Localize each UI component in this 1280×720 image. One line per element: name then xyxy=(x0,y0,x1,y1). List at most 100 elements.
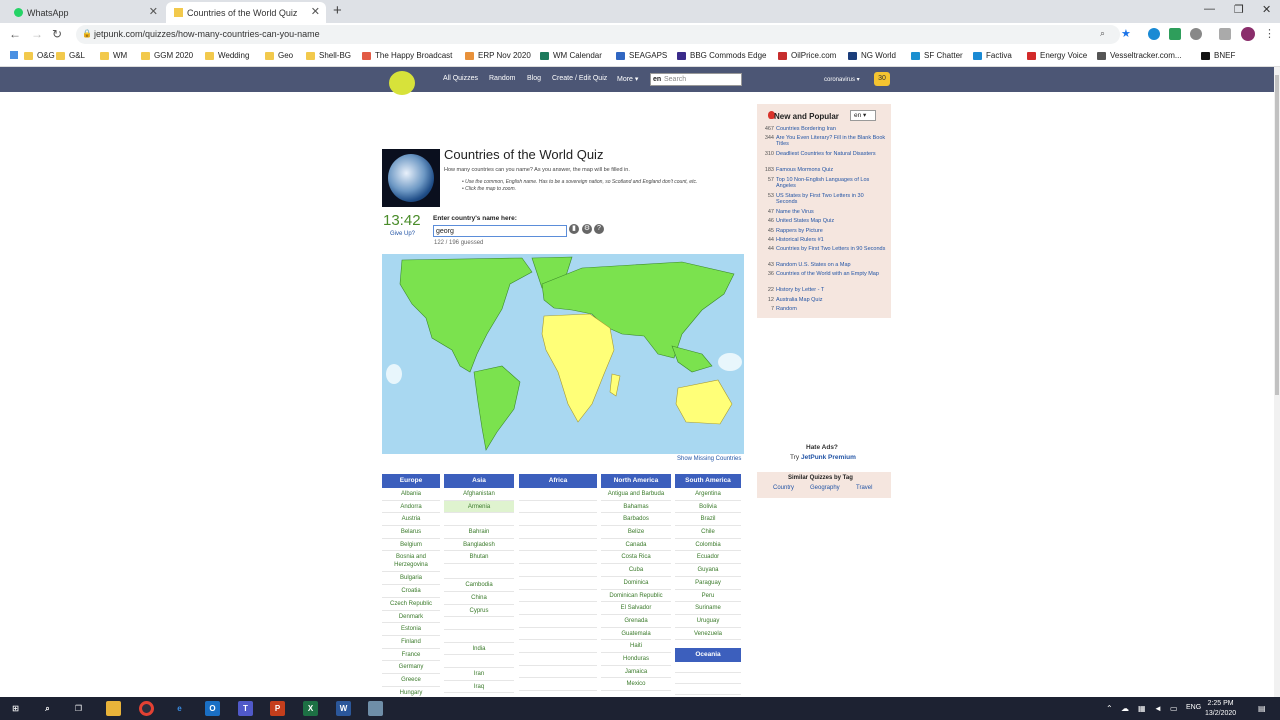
tab-quiz[interactable]: Countries of the World Quiz ✕ xyxy=(166,2,326,23)
url-field[interactable]: 🔒 jetpunk.com/quizzes/how-many-countries… xyxy=(76,25,1131,44)
bookmark-item[interactable]: WM xyxy=(100,51,127,60)
task-view-icon[interactable]: ❐ xyxy=(71,701,86,716)
nav-more[interactable]: More ▾ xyxy=(617,75,638,83)
zoom-icon[interactable]: ⌕ xyxy=(1100,28,1105,39)
nav-create-quiz[interactable]: Create / Edit Quiz xyxy=(552,75,607,82)
bookmark-item[interactable]: GGM 2020 xyxy=(141,51,193,60)
edge-icon[interactable]: e xyxy=(172,701,187,716)
maximize-button[interactable]: ❐ xyxy=(1234,3,1244,16)
close-tab-icon[interactable]: ✕ xyxy=(149,5,158,18)
bookmark-item[interactable]: Energy Voice xyxy=(1027,51,1087,60)
apps-icon[interactable] xyxy=(10,51,18,59)
menu-icon[interactable]: ⋮ xyxy=(1264,27,1275,40)
bookmark-item[interactable]: BBG Commods Edge xyxy=(677,51,766,60)
bookmark-item[interactable]: Factiva xyxy=(973,51,1012,60)
site-search-input[interactable]: en Search xyxy=(650,73,742,86)
outlook-icon[interactable]: O xyxy=(205,701,220,716)
tag-link[interactable]: Country xyxy=(773,485,794,491)
popular-item[interactable]: 183 Famous Mormons Quiz xyxy=(759,167,886,173)
search-lang[interactable]: en xyxy=(653,74,661,85)
bookmark-item[interactable]: BNEF xyxy=(1201,51,1235,60)
star-icon[interactable]: ★ xyxy=(1121,27,1131,40)
battery-icon[interactable]: ▭ xyxy=(1170,704,1178,713)
bookmark-item[interactable]: SEAGAPS xyxy=(616,51,667,60)
volume-icon[interactable]: ◄ xyxy=(1154,704,1162,713)
bookmark-item[interactable]: O&G xyxy=(24,51,55,60)
give-up-link[interactable]: Give Up? xyxy=(390,231,415,237)
taskbar-clock[interactable]: 2:25 PM 13/2/2020 xyxy=(1205,699,1236,719)
notification-icon[interactable]: ▤ xyxy=(1258,704,1266,713)
scrollbar-thumb[interactable] xyxy=(1275,75,1279,395)
badge-count[interactable]: 30 xyxy=(874,72,890,86)
popular-item[interactable]: 344 Are You Even Literary? Fill in the Bl… xyxy=(759,135,886,147)
nav-random[interactable]: Random xyxy=(489,75,515,82)
onedrive-icon[interactable]: ☁ xyxy=(1121,704,1129,713)
bookmark-item[interactable]: SF Chatter xyxy=(911,51,963,60)
bookmark-item[interactable]: NG World xyxy=(848,51,896,60)
powerpoint-icon[interactable]: P xyxy=(270,701,285,716)
extension-icon[interactable] xyxy=(1219,28,1231,40)
popular-item[interactable]: 47 Name the Virus xyxy=(759,209,886,215)
file-explorer-icon[interactable] xyxy=(106,701,121,716)
settings-icon[interactable]: ⚙ xyxy=(582,224,592,234)
forward-icon[interactable]: → xyxy=(31,27,43,41)
chevron-up-icon[interactable]: ⌃ xyxy=(1106,704,1113,713)
network-icon[interactable]: ▦ xyxy=(1138,704,1146,713)
bookmark-item[interactable]: Shell-BG xyxy=(306,51,351,60)
bookmark-item[interactable]: ERP Nov 2020 xyxy=(465,51,531,60)
excel-icon[interactable]: X xyxy=(303,701,318,716)
close-tab-icon[interactable]: ✕ xyxy=(311,5,320,18)
premium-link[interactable]: JetPunk Premium xyxy=(801,454,856,461)
popular-item[interactable]: 45 Rappers by Picture xyxy=(759,228,886,234)
bookmark-item[interactable]: Wedding xyxy=(205,51,249,60)
pause-icon[interactable]: ▮ xyxy=(569,224,579,234)
tag-link[interactable]: Geography xyxy=(810,485,840,491)
user-menu[interactable]: coronavirus ▾ xyxy=(824,76,860,83)
teams-icon[interactable]: T xyxy=(238,701,253,716)
popular-item[interactable]: 310 Deadliest Countries for Natural Disas… xyxy=(759,151,886,157)
popular-item[interactable]: 44 Historical Rulers #1 xyxy=(759,237,886,243)
popular-item[interactable]: 44 Countries by First Two Letters in 90 S… xyxy=(759,246,886,252)
bookmark-item[interactable]: OilPrice.com xyxy=(778,51,836,60)
popular-item[interactable]: 53 US States by First Two Letters in 30 S… xyxy=(759,193,886,205)
popular-item[interactable]: 467 Countries Bordering Iran xyxy=(759,126,886,132)
bookmark-item[interactable]: Vesseltracker.com... xyxy=(1097,51,1182,60)
chrome-icon[interactable] xyxy=(139,701,154,716)
popular-item[interactable]: 22 History by Letter - T xyxy=(759,287,886,293)
close-window-button[interactable]: ✕ xyxy=(1262,3,1271,16)
profile-avatar[interactable] xyxy=(1241,27,1255,41)
extension-icon[interactable] xyxy=(1190,28,1202,40)
answer-input[interactable] xyxy=(433,225,567,237)
page-scrollbar[interactable] xyxy=(1274,67,1280,697)
language-indicator[interactable]: ENG xyxy=(1186,704,1201,711)
tab-whatsapp[interactable]: WhatsApp ✕ xyxy=(6,2,164,23)
reload-icon[interactable]: ↻ xyxy=(52,27,62,41)
bookmark-item[interactable]: The Happy Broadcast xyxy=(362,51,452,60)
minimize-button[interactable]: — xyxy=(1204,3,1215,15)
bookmark-item[interactable]: G&L xyxy=(56,51,85,60)
back-icon[interactable]: ← xyxy=(9,27,21,41)
new-tab-button[interactable]: + xyxy=(333,2,342,19)
popular-item[interactable]: 7 Random xyxy=(759,306,886,312)
language-select[interactable]: en ▾ xyxy=(850,110,876,121)
nav-all-quizzes[interactable]: All Quizzes xyxy=(443,75,478,82)
popular-item[interactable]: 12 Australia Map Quiz xyxy=(759,297,886,303)
bookmark-item[interactable]: Geo xyxy=(265,51,293,60)
search-icon[interactable]: ⌕ xyxy=(40,701,55,716)
world-map[interactable] xyxy=(382,254,744,454)
bookmark-item[interactable]: WM Calendar xyxy=(540,51,602,60)
popular-item[interactable]: 36 Countries of the World with an Empty M… xyxy=(759,271,886,277)
app-icon[interactable] xyxy=(368,701,383,716)
jetpunk-logo-icon[interactable] xyxy=(389,71,415,95)
popular-item[interactable]: 43 Random U.S. States on a Map xyxy=(759,262,886,268)
word-icon[interactable]: W xyxy=(336,701,351,716)
popular-item[interactable]: 46 United States Map Quiz xyxy=(759,218,886,224)
nav-blog[interactable]: Blog xyxy=(527,75,541,82)
extension-icon[interactable] xyxy=(1148,28,1160,40)
tag-link[interactable]: Travel xyxy=(856,485,872,491)
start-icon[interactable]: ⊞ xyxy=(8,701,23,716)
show-missing-link[interactable]: Show Missing Countries xyxy=(677,456,741,462)
help-icon[interactable]: ? xyxy=(594,224,604,234)
popular-item[interactable]: 57 Top 10 Non-English Languages of Los An… xyxy=(759,177,886,189)
extension-icon[interactable] xyxy=(1169,28,1181,40)
